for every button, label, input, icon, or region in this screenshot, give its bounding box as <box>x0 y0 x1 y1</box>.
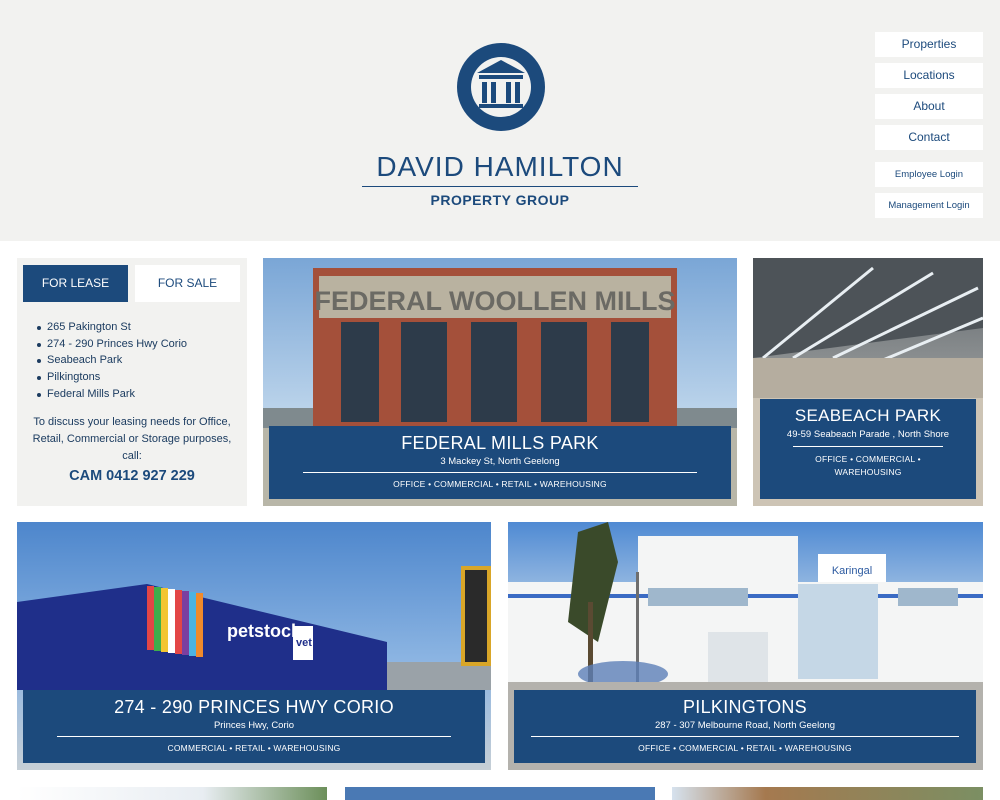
overlay-divider <box>531 736 959 737</box>
property-overlay: FEDERAL MILLS PARK 3 Mackey St, North Ge… <box>269 426 731 499</box>
property-card-partial[interactable] <box>17 787 327 800</box>
karingal-sign-text: Karingal <box>832 565 872 577</box>
list-item[interactable]: 274 - 290 Princes Hwy Corio <box>37 336 242 353</box>
vet-sign-text: vet <box>296 637 312 649</box>
employee-login-button[interactable]: Employee Login <box>875 162 983 187</box>
property-card-princes-hwy-corio[interactable]: petstock vet 274 - 290 PRINCES HWY CORIO… <box>17 522 491 770</box>
property-title[interactable]: FEDERAL MILLS PARK <box>269 433 731 454</box>
property-card-federal-mills-park[interactable]: FEDERAL WOOLLEN MILLS FEDERAL MILLS PARK… <box>263 258 737 506</box>
list-item[interactable]: Federal Mills Park <box>37 386 242 403</box>
property-tags: OFFICE • COMMERCIAL • RETAIL • WAREHOUSI… <box>393 479 607 489</box>
overlay-divider <box>57 736 451 737</box>
property-tags: OFFICE • COMMERCIAL • RETAIL • WAREHOUSI… <box>638 743 852 753</box>
nav-contact[interactable]: Contact <box>875 125 983 150</box>
nav-locations[interactable]: Locations <box>875 63 983 88</box>
property-card-partial[interactable] <box>345 787 655 800</box>
management-login-button[interactable]: Management Login <box>875 193 983 218</box>
property-card-seabeach-park[interactable]: SEABEACH PARK 49-59 Seabeach Parade , No… <box>753 258 983 506</box>
brand-divider <box>362 186 638 187</box>
lease-property-list: 265 Pakington St 274 - 290 Princes Hwy C… <box>37 319 242 403</box>
property-tags: COMMERCIAL • RETAIL • WAREHOUSING <box>167 743 341 753</box>
property-title[interactable]: SEABEACH PARK <box>760 406 976 426</box>
lease-phone[interactable]: CAM 0412 927 229 <box>29 468 235 484</box>
logo-icon[interactable] <box>457 43 545 131</box>
lease-message: To discuss your leasing needs for Office… <box>32 416 232 462</box>
property-tags: OFFICE • COMMERCIAL • WAREHOUSING <box>815 454 921 477</box>
mills-sign-text: FEDERAL WOOLLEN MILLS <box>315 286 676 316</box>
nav-properties[interactable]: Properties <box>875 32 983 57</box>
property-title[interactable]: 274 - 290 PRINCES HWY CORIO <box>23 697 485 718</box>
tab-for-sale[interactable]: FOR SALE <box>135 265 240 302</box>
property-card-partial[interactable] <box>672 787 983 800</box>
property-address: 3 Mackey St, North Geelong <box>440 456 560 467</box>
nav-about[interactable]: About <box>875 94 983 119</box>
overlay-divider <box>303 472 697 473</box>
lease-panel: FOR LEASE FOR SALE 265 Pakington St 274 … <box>17 258 247 506</box>
property-title[interactable]: PILKINGTONS <box>514 697 976 718</box>
property-card-pilkingtons[interactable]: Karingal PILKINGTONS 287 - 307 Melbourne… <box>508 522 983 770</box>
list-item[interactable]: 265 Pakington St <box>37 319 242 336</box>
tab-for-lease[interactable]: FOR LEASE <box>23 265 128 302</box>
main-nav: Properties Locations About Contact Emplo… <box>875 32 983 224</box>
property-address: Princes Hwy, Corio <box>213 720 295 731</box>
petstock-sign-text: petstock <box>227 621 302 641</box>
list-item[interactable]: Pilkingtons <box>37 369 242 386</box>
brand-name[interactable]: DAVID HAMILTON <box>362 151 638 183</box>
property-address: 49-59 Seabeach Parade , North Shore <box>786 429 950 440</box>
overlay-divider <box>793 446 943 447</box>
property-overlay: SEABEACH PARK 49-59 Seabeach Parade , No… <box>760 399 976 499</box>
property-overlay: 274 - 290 PRINCES HWY CORIO Princes Hwy,… <box>23 690 485 763</box>
property-overlay: PILKINGTONS 287 - 307 Melbourne Road, No… <box>514 690 976 763</box>
list-item[interactable]: Seabeach Park <box>37 352 242 369</box>
brand-subtitle[interactable]: PROPERTY GROUP <box>362 192 638 208</box>
property-address: 287 - 307 Melbourne Road, North Geelong <box>654 720 836 731</box>
site-header: DAVID HAMILTON PROPERTY GROUP Properties… <box>0 0 1000 241</box>
